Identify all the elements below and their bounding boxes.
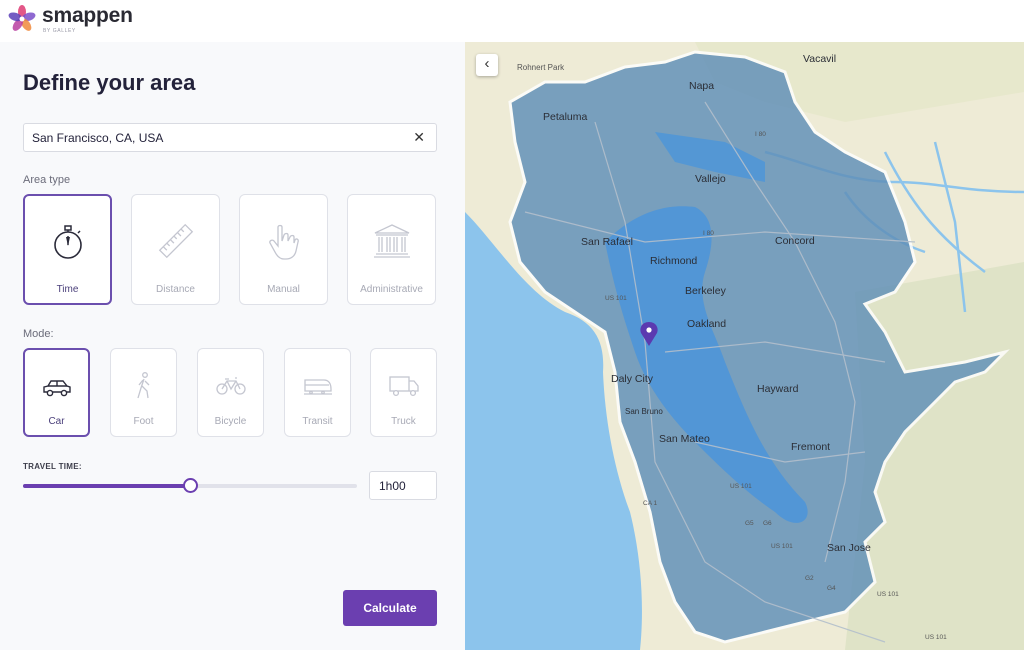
area-type-administrative[interactable]: Administrative (347, 194, 436, 305)
map-place-label: Rohnert Park (517, 63, 565, 72)
area-type-time[interactable]: Time (23, 194, 112, 305)
car-icon (42, 380, 71, 397)
collapse-panel-button[interactable]: ‹ (476, 54, 498, 76)
mode-bicycle-label: Bicycle (214, 416, 247, 427)
travel-time-input[interactable]: 1h00 (369, 471, 437, 500)
map-place-label: Hayward (757, 383, 799, 395)
brand-subtitle: BY GALLEY (43, 28, 76, 34)
travel-time-slider-thumb[interactable] (183, 478, 198, 493)
road-shield-label: US 101 (877, 591, 899, 598)
map-place-label: Daly City (611, 373, 654, 385)
walking-icon (136, 372, 149, 399)
road-shield-label: US 101 (605, 295, 627, 302)
page-title: Define your area (23, 70, 196, 95)
smappen-logo-icon (8, 5, 36, 31)
map-place-label: Berkeley (685, 285, 727, 297)
area-type-manual[interactable]: Manual (239, 194, 328, 305)
mode-car-label: Car (48, 416, 65, 427)
road-shield-label: US 101 (730, 483, 752, 490)
map-view[interactable]: Napa Vacavil Petaluma Vallejo San Rafael… (465, 42, 1024, 650)
mode-foot-label: Foot (133, 416, 154, 427)
area-type-label: Area type (23, 174, 71, 186)
road-shield-label: CA 1 (643, 500, 657, 507)
mode-bicycle[interactable]: Bicycle (197, 348, 264, 437)
area-type-distance[interactable]: Distance (131, 194, 220, 305)
map-place-label: Richmond (650, 255, 697, 267)
hand-pointer-icon (268, 224, 299, 260)
top-bar: smappen BY GALLEY (0, 0, 1024, 42)
define-area-panel: Define your area San Francisco, CA, USA … (0, 42, 465, 650)
clear-search-icon[interactable]: ✕ (413, 129, 425, 146)
mode-transit[interactable]: Transit (284, 348, 351, 437)
travel-time-label: TRAVEL TIME: (23, 462, 82, 471)
mode-truck[interactable]: Truck (370, 348, 437, 437)
map-place-label: Petaluma (543, 111, 588, 123)
road-shield-label: G6 (763, 520, 772, 527)
map-place-label: Fremont (791, 441, 830, 453)
map-place-label: Napa (689, 80, 714, 92)
train-icon (303, 379, 332, 395)
area-type-administrative-label: Administrative (360, 284, 423, 295)
calculate-button[interactable]: Calculate (343, 590, 437, 626)
travel-time-slider[interactable] (23, 478, 357, 493)
location-search-value: San Francisco, CA, USA (32, 131, 164, 145)
location-search-input[interactable]: San Francisco, CA, USA ✕ (23, 123, 437, 152)
chevron-left-icon: ‹ (484, 55, 490, 72)
stopwatch-icon (53, 225, 82, 259)
bicycle-icon (215, 377, 246, 395)
map-place-label: Oakland (687, 318, 726, 330)
map-place-label: San Jose (827, 542, 871, 554)
map-place-label: Vallejo (695, 173, 726, 185)
mode-truck-label: Truck (391, 416, 416, 427)
area-type-manual-label: Manual (267, 284, 300, 295)
road-shield-label: G5 (745, 520, 754, 527)
building-columns-icon (373, 224, 410, 258)
map-place-label: Vacavil (803, 53, 836, 65)
travel-time-slider-fill (23, 484, 190, 488)
mode-transit-label: Transit (302, 416, 333, 427)
road-shield-label: G2 (805, 575, 814, 582)
road-shield-label: US 101 (771, 543, 793, 550)
map-place-label: San Mateo (659, 433, 710, 445)
area-type-distance-label: Distance (156, 284, 195, 295)
area-type-time-label: Time (56, 284, 79, 295)
ruler-icon (158, 223, 193, 259)
map-place-label: San Bruno (625, 407, 663, 416)
mode-label: Mode: (23, 328, 54, 340)
brand-name: smappen (42, 4, 133, 27)
map-place-label: Concord (775, 235, 815, 247)
road-shield-label: G4 (827, 585, 836, 592)
map-canvas: Napa Vacavil Petaluma Vallejo San Rafael… (465, 42, 1024, 650)
road-shield-label: I 80 (703, 230, 714, 237)
truck-icon (388, 376, 419, 397)
road-shield-label: US 101 (925, 634, 947, 641)
road-shield-label: I 80 (755, 131, 766, 138)
mode-car[interactable]: Car (23, 348, 90, 437)
map-place-label: San Rafael (581, 236, 633, 248)
mode-foot[interactable]: Foot (110, 348, 177, 437)
